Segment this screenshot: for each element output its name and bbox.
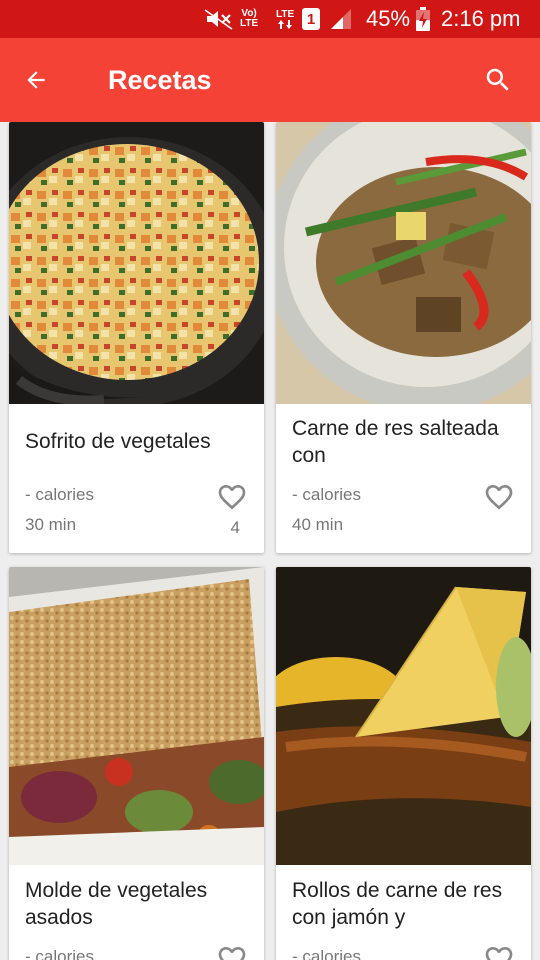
favorite-count: 4 <box>230 518 240 537</box>
page-title: Recetas <box>108 65 212 95</box>
favorite-button[interactable] <box>483 481 515 513</box>
lte-indicator: LTE <box>276 0 294 38</box>
recipe-calories: - calories <box>292 947 361 960</box>
heart-outline-icon <box>218 485 246 510</box>
search-icon <box>486 68 509 91</box>
heart-outline-icon <box>218 947 246 960</box>
mute-icon <box>204 0 234 38</box>
favorite-button[interactable] <box>483 943 515 960</box>
recipe-card[interactable]: Carne de res salteada con - calories 40 … <box>276 122 531 553</box>
recipe-card[interactable]: Molde de vegetales asados - calories <box>9 567 264 960</box>
clock: 2:16 pm <box>441 6 521 31</box>
battery-percent: 45% <box>366 6 411 31</box>
recipe-photo <box>276 122 531 404</box>
status-bar: Vo) LTE LTE 1 45% 2:16 pm <box>0 0 540 38</box>
signal-icon <box>330 0 352 38</box>
arrow-back-icon <box>27 71 45 89</box>
recipe-calories: - calories <box>25 947 94 960</box>
app-bar: Recetas <box>0 38 540 122</box>
heart-outline-icon <box>485 947 513 960</box>
recipe-time: 30 min <box>25 515 77 534</box>
search-button[interactable] <box>474 56 522 104</box>
recipe-time: 40 min <box>292 515 344 534</box>
sim-slot-badge: 1 <box>302 0 320 38</box>
favorite-button[interactable] <box>216 481 248 513</box>
recipe-card[interactable]: Sofrito de vegetales - calories 30 min 4 <box>9 122 264 553</box>
recipe-card[interactable]: Rollos de carne de res con jamón y - cal… <box>276 567 531 960</box>
back-button[interactable] <box>12 56 60 104</box>
recipe-title: Molde de vegetales asados <box>25 879 208 929</box>
recipe-calories: - calories <box>292 485 361 504</box>
recipe-photo <box>276 567 531 865</box>
favorite-button[interactable] <box>216 943 248 960</box>
recipe-photo <box>9 567 264 865</box>
heart-outline-icon <box>485 485 513 510</box>
recipe-title: Carne de res salteada con <box>292 417 499 467</box>
battery-charging-icon <box>416 0 430 38</box>
recipe-title: Rollos de carne de res con jamón y <box>292 879 503 929</box>
recipe-calories: - calories <box>25 485 94 504</box>
data-activity-icon <box>278 19 293 29</box>
volte-indicator: Vo) LTE <box>240 8 259 29</box>
recipe-grid: Sofrito de vegetales - calories 30 min 4 <box>0 122 540 960</box>
recipe-title: Sofrito de vegetales <box>25 430 211 453</box>
recipe-photo <box>9 122 264 404</box>
